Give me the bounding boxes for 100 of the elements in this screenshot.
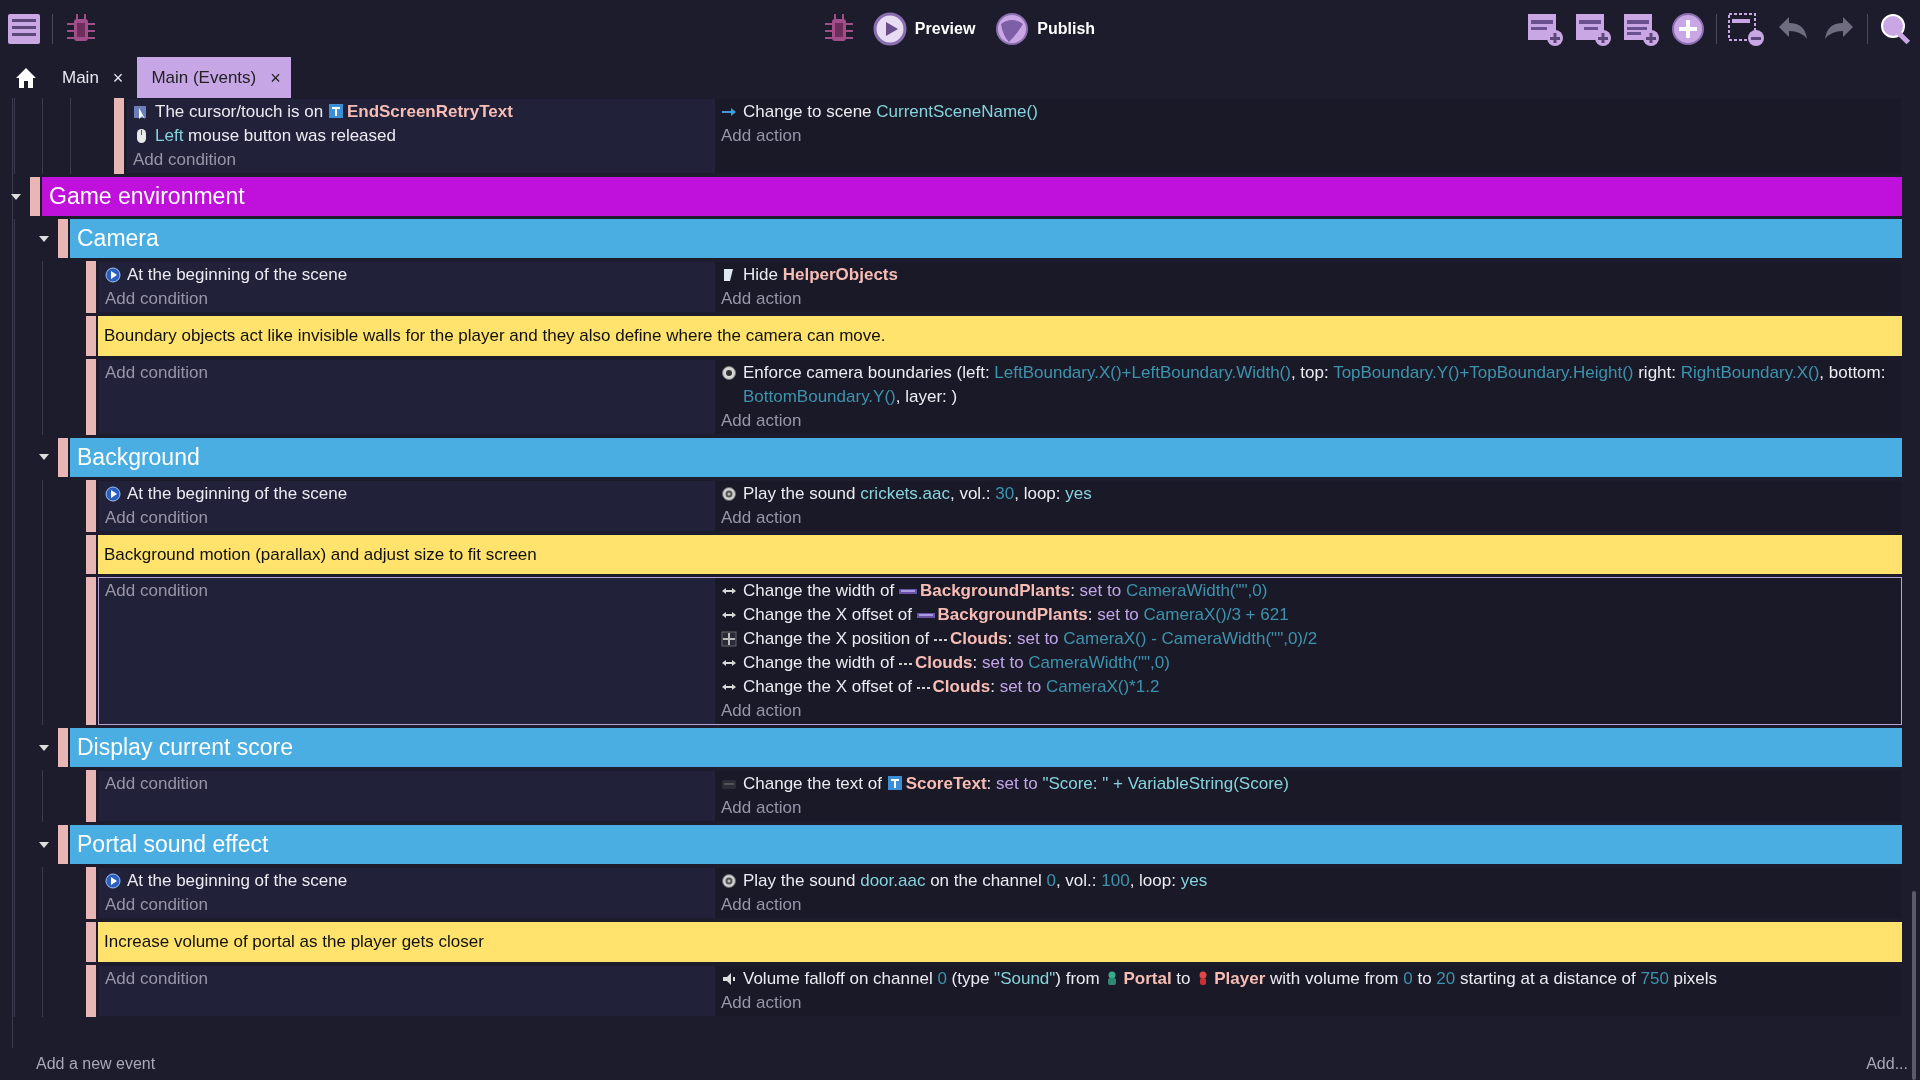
add-action-link[interactable]: Add action: [721, 408, 802, 433]
event-block[interactable]: [98, 358, 1902, 435]
dotted-line-icon: [898, 662, 912, 665]
condition-text: The cursor/touch is on: [155, 102, 325, 121]
comment-text[interactable]: Background motion (parallax) and adjust size to fit screen: [98, 534, 1902, 574]
action-text: Play the sound crickets.aac, vol.: 30, loop: yes: [743, 483, 1092, 503]
action-text: ScoreText: set to "Score: " + VariableString(Score): [905, 774, 1289, 793]
plus-circle-icon[interactable]: [1670, 10, 1706, 47]
comment-text[interactable]: Increase volume of portal as the player gets closer: [98, 922, 1902, 962]
caret-icon[interactable]: [38, 234, 50, 243]
event-handle[interactable]: [58, 437, 68, 477]
tiled-sprite-icon: [916, 613, 935, 618]
tiled-sprite-icon: [898, 589, 917, 594]
cursor-icon: [133, 104, 149, 120]
event-handle[interactable]: [86, 479, 96, 532]
speaker-icon: [721, 485, 737, 502]
event-handle[interactable]: [86, 867, 96, 919]
webcam-icon: [721, 364, 737, 381]
delete-event-icon[interactable]: [1727, 10, 1765, 47]
action-text: Change the width of: [743, 581, 896, 600]
home-icon[interactable]: [14, 65, 38, 90]
add-action-link[interactable]: Add action: [721, 796, 802, 820]
add-condition-link[interactable]: Add condition: [105, 360, 209, 385]
event-handle[interactable]: [114, 98, 124, 174]
action-text: Change the text of: [743, 774, 883, 793]
close-button[interactable]: ×: [112, 68, 124, 87]
tab[interactable]: Main ×: [48, 57, 134, 98]
caret-icon[interactable]: [38, 840, 50, 849]
add-event-link[interactable]: Add a new event: [36, 1052, 156, 1076]
event-block[interactable]: Add condition Volume falloff on channel 0 (type "Sound") from Portal to Player with volume from 0 to 20 starting at a distance of 750 pixels Add action: [98, 964, 1902, 1017]
action-text: BackgroundPlants: set to CameraX()/3 + 621: [937, 605, 1289, 624]
publish-button[interactable]: Publish: [991, 9, 1100, 48]
event-handle[interactable]: [86, 577, 96, 725]
add-action-link[interactable]: Add action: [721, 893, 802, 917]
add-action-link[interactable]: Add action: [721, 699, 802, 723]
event-handle[interactable]: [86, 316, 96, 356]
action-text: BackgroundPlants: set to CameraWidth("",0): [919, 581, 1268, 600]
play-icon: [105, 485, 121, 502]
action-text: Clouds: set to CameraWidth("",0): [914, 653, 1170, 672]
event-block[interactable]: At the beginning of the scene Add condition Hide HelperObjects Add action: [98, 261, 1902, 313]
action-text: Play the sound door.aac on the channel 0, vol.: 100, loop: yes: [743, 871, 1208, 890]
event-handle[interactable]: [58, 825, 68, 864]
action-text: Portal to: [1123, 968, 1192, 988]
event-block[interactable]: At the beginning of the scene Add condition Play the sound crickets.aac, vol.: 30, loop: yes Add action: [98, 479, 1902, 532]
action-text: Hide HelperObjects: [743, 265, 898, 284]
event-handle[interactable]: [30, 177, 40, 216]
add-condition-link[interactable]: Add condition: [105, 505, 209, 530]
add-condition-link[interactable]: Add condition: [105, 287, 209, 311]
event-block[interactable]: At the beginning of the scene Add condition Play the sound door.aac on the channel 0, vol.: 100, loop: yes Add action: [98, 867, 1902, 919]
comment-text[interactable]: Boundary objects act like invisible walls for the player and they also define where the camera can move.: [98, 316, 1902, 356]
text-object-icon: [886, 775, 903, 791]
event-handle[interactable]: [86, 261, 96, 313]
action-text: Change the X offset of: [743, 605, 913, 624]
action-text: Player with volume from 0 to 20 starting at a distance of 750 pixels: [1214, 968, 1718, 988]
play-icon: [872, 11, 907, 46]
play-icon: [105, 873, 121, 889]
action-text: Change the X offset of: [743, 677, 913, 696]
action-text: Change the width of: [743, 653, 896, 672]
condition-text: At the beginning of the scene: [127, 871, 348, 890]
scrollbar-thumb[interactable]: [1912, 891, 1916, 1080]
condition-text: EndScreenRetryText: [346, 102, 513, 121]
caret-icon[interactable]: [10, 192, 22, 201]
event-handle[interactable]: [58, 728, 68, 767]
add-action-link[interactable]: Add action: [721, 124, 802, 148]
action-text: Enforce camera boundaries (left: LeftBoundary.X()+LeftBoundary.Width(), top: TopBoundary.Y()+TopBoundary.Height() right: RightBoundary.X(), bottom: BottomBoundary.Y(), layer: ): [743, 362, 1886, 406]
play-icon: [105, 267, 121, 283]
text-object-icon: [327, 103, 344, 119]
add-condition-link[interactable]: Add condition: [105, 966, 209, 991]
event-handle[interactable]: [86, 964, 96, 1017]
event-handle[interactable]: [86, 534, 96, 574]
caret-icon[interactable]: [38, 453, 50, 461]
action-text: Clouds: set to CameraX()*1.2: [932, 677, 1160, 696]
add-action-link[interactable]: Add action: [721, 990, 802, 1015]
action-text: Clouds: set to CameraX() - CameraWidth("",0)/2: [949, 629, 1318, 648]
add-action-link[interactable]: Add action: [721, 287, 802, 311]
event-block[interactable]: [98, 577, 1902, 725]
action-text: Change the X position of: [743, 629, 931, 648]
dotted-line-icon: [933, 638, 947, 641]
add-condition-link[interactable]: Add condition: [105, 579, 209, 603]
add-condition-link[interactable]: Add condition: [105, 893, 209, 917]
event-handle[interactable]: [86, 358, 96, 435]
action-text: Change to scene CurrentSceneName(): [743, 102, 1038, 121]
tab[interactable]: Main (Events) ×: [137, 57, 291, 98]
preview-button[interactable]: Preview: [868, 9, 980, 48]
group-header[interactable]: Game environment: [42, 177, 1902, 216]
add-condition-link[interactable]: Add condition: [133, 148, 237, 172]
event-handle[interactable]: [86, 922, 96, 962]
condition-text: At the beginning of the scene: [127, 483, 348, 503]
crosshair-icon: [721, 631, 737, 647]
add-action-link[interactable]: Add action: [721, 505, 802, 530]
dotted-line-icon: [916, 686, 930, 689]
action-text: Volume falloff on channel 0 (type "Sound") from: [743, 968, 1101, 988]
condition-text: At the beginning of the scene: [127, 265, 348, 284]
caret-icon[interactable]: [38, 743, 50, 752]
event-handle[interactable]: [86, 770, 96, 822]
event-handle[interactable]: [58, 219, 68, 258]
add-condition-link[interactable]: Add condition: [105, 772, 209, 796]
close-button[interactable]: ×: [270, 68, 281, 87]
add-menu-link[interactable]: Add...: [1866, 1052, 1908, 1076]
speaker-icon: [721, 873, 737, 889]
